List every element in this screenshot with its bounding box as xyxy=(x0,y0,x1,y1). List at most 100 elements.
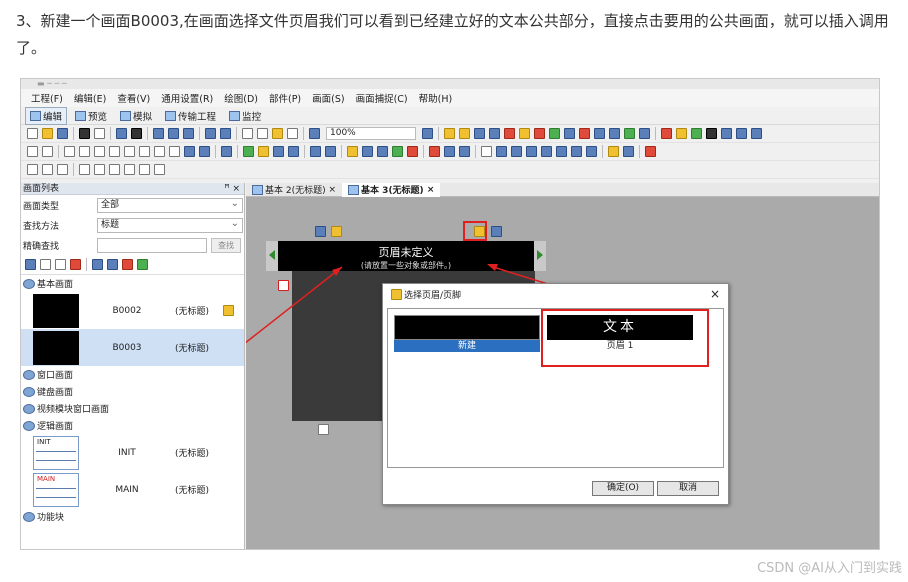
mode-transfer-button[interactable]: 传输工程 xyxy=(160,107,221,125)
new-file-icon[interactable] xyxy=(27,128,38,139)
tab-basic-3[interactable]: 基本 3(无标题) × xyxy=(342,182,441,197)
delete-screen-icon[interactable] xyxy=(70,259,81,270)
tool-icon[interactable] xyxy=(691,128,702,139)
slider-icon[interactable] xyxy=(511,146,522,157)
zoom-select[interactable]: 100% xyxy=(326,127,416,140)
tab-close-icon[interactable]: × xyxy=(427,185,435,195)
tool-icon[interactable] xyxy=(459,128,470,139)
menu-parts[interactable]: 部件(P) xyxy=(269,91,301,105)
contact-nc-icon[interactable] xyxy=(94,164,105,175)
sort-icon[interactable] xyxy=(122,259,133,270)
logic-icon[interactable] xyxy=(27,164,38,175)
logic-icon[interactable] xyxy=(57,164,68,175)
numeric-icon[interactable] xyxy=(273,146,284,157)
upload-icon[interactable] xyxy=(116,128,127,139)
menu-help[interactable]: 帮助(H) xyxy=(419,91,453,105)
polyline-icon[interactable] xyxy=(94,146,105,157)
recipe-icon[interactable] xyxy=(571,146,582,157)
cut-icon[interactable] xyxy=(242,128,253,139)
tool-icon[interactable] xyxy=(676,128,687,139)
contact-icon[interactable] xyxy=(79,164,90,175)
dialog-close-button[interactable]: × xyxy=(710,287,720,301)
polygon-icon[interactable] xyxy=(124,146,135,157)
mode-edit-button[interactable]: 编辑 xyxy=(25,106,68,125)
mode-monitor-button[interactable]: 监控 xyxy=(224,107,266,125)
tool-icon[interactable] xyxy=(721,128,732,139)
window-part-icon[interactable] xyxy=(556,146,567,157)
tab-close-icon[interactable]: × xyxy=(329,185,337,195)
tool-icon[interactable] xyxy=(444,128,455,139)
search-method-select[interactable]: 标题 xyxy=(97,217,243,233)
logic-icon[interactable] xyxy=(154,164,165,175)
file-icon[interactable] xyxy=(459,146,470,157)
scale-icon[interactable] xyxy=(169,146,180,157)
tool-icon[interactable] xyxy=(594,128,605,139)
screen-item-b0003[interactable]: B0003 (无标题) xyxy=(21,329,244,366)
category-basic[interactable]: 基本画面 xyxy=(21,275,244,292)
logic-icon[interactable] xyxy=(42,164,53,175)
menu-screen-capture[interactable]: 画面捕捉(C) xyxy=(356,91,408,105)
video-icon[interactable] xyxy=(623,146,634,157)
save-icon[interactable] xyxy=(57,128,68,139)
tool-icon[interactable] xyxy=(609,128,620,139)
copy-icon[interactable] xyxy=(257,128,268,139)
trend-icon[interactable] xyxy=(362,146,373,157)
category-function[interactable]: 功能块 xyxy=(21,508,244,525)
diamond-icon[interactable] xyxy=(407,146,418,157)
list-icon[interactable] xyxy=(526,146,537,157)
grid-icon[interactable] xyxy=(310,146,321,157)
tool-icon[interactable] xyxy=(504,128,515,139)
screen-item-b0002[interactable]: B0002 (无标题) xyxy=(21,292,244,329)
category-window[interactable]: 窗口画面 xyxy=(21,366,244,383)
camera-icon[interactable] xyxy=(131,128,142,139)
switch-icon[interactable] xyxy=(481,146,492,157)
tool-icon[interactable] xyxy=(474,128,485,139)
undo-icon[interactable] xyxy=(205,128,216,139)
property-icon[interactable] xyxy=(92,259,103,270)
menu-project[interactable]: 工程(F) xyxy=(31,91,63,105)
menu-screen[interactable]: 画面(S) xyxy=(312,91,344,105)
mode-simulate-button[interactable]: 模拟 xyxy=(115,107,157,125)
tool-icon[interactable] xyxy=(519,128,530,139)
open-folder-icon[interactable] xyxy=(42,128,53,139)
window-icon[interactable] xyxy=(168,128,179,139)
screen-type-select[interactable]: 全部 xyxy=(97,197,243,213)
zoom-icon[interactable] xyxy=(422,128,433,139)
lamp-icon[interactable] xyxy=(243,146,254,157)
keypad-icon[interactable] xyxy=(496,146,507,157)
logic-item-main[interactable]: MAIN MAIN (无标题) xyxy=(21,471,244,508)
arc-icon[interactable] xyxy=(154,146,165,157)
screen-icon[interactable] xyxy=(153,128,164,139)
list-view-icon[interactable] xyxy=(107,259,118,270)
logic-icon[interactable] xyxy=(139,164,150,175)
tool-icon[interactable] xyxy=(639,128,650,139)
category-logic[interactable]: 逻辑画面 xyxy=(21,417,244,434)
check-icon[interactable] xyxy=(309,128,320,139)
record-icon[interactable] xyxy=(444,146,455,157)
category-video[interactable]: 视频模块窗口画面 xyxy=(21,400,244,417)
menu-draw[interactable]: 绘图(D) xyxy=(224,91,258,105)
tab-basic-2[interactable]: 基本 2(无标题) × xyxy=(246,183,342,197)
display-icon[interactable] xyxy=(288,146,299,157)
search-button[interactable]: 查找 xyxy=(211,237,241,253)
tool-icon[interactable] xyxy=(489,128,500,139)
menu-view[interactable]: 查看(V) xyxy=(117,91,150,105)
tool-icon[interactable] xyxy=(579,128,590,139)
tool-icon[interactable] xyxy=(549,128,560,139)
panel-icon[interactable] xyxy=(184,146,195,157)
menu-common-settings[interactable]: 通用设置(R) xyxy=(161,91,213,105)
tool-icon[interactable] xyxy=(564,128,575,139)
cancel-button[interactable]: 取消 xyxy=(657,481,719,496)
disk-icon[interactable] xyxy=(183,128,194,139)
misc-icon[interactable] xyxy=(645,146,656,157)
menu-edit[interactable]: 编辑(E) xyxy=(74,91,106,105)
table-icon[interactable] xyxy=(221,146,232,157)
script-icon[interactable] xyxy=(608,146,619,157)
bulb-icon[interactable] xyxy=(258,146,269,157)
logic-item-init[interactable]: INIT INIT (无标题) xyxy=(21,434,244,471)
button-icon[interactable] xyxy=(541,146,552,157)
ellipse-icon[interactable] xyxy=(139,146,150,157)
ok-button[interactable]: 确定(O) xyxy=(592,481,654,496)
select-arrow-icon[interactable] xyxy=(27,146,38,157)
print-icon[interactable] xyxy=(79,128,90,139)
